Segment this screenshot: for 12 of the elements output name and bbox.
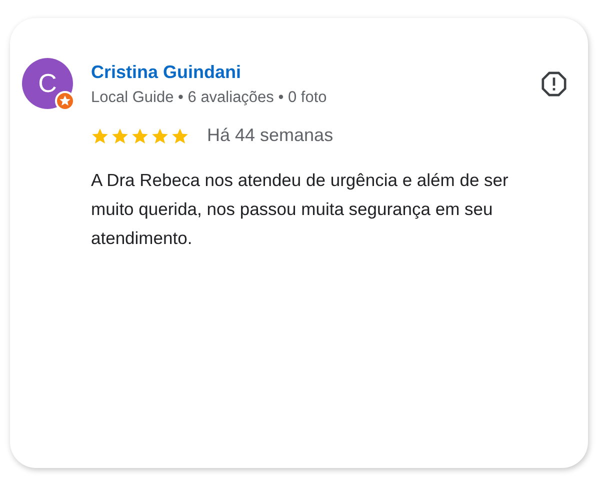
review-time: Há 44 semanas — [207, 125, 334, 146]
star-icon — [91, 126, 109, 144]
report-icon[interactable] — [540, 70, 568, 98]
star-icon — [111, 126, 129, 144]
star-icon — [131, 126, 149, 144]
star-icon — [151, 126, 169, 144]
review-text: A Dra Rebeca nos atendeu de urgência e além de ser muito querida, nos passou muita segurança em seu atendimento. — [91, 169, 510, 250]
author-name[interactable]: Cristina Guindani — [91, 62, 522, 83]
author-meta: Local Guide • 6 avaliações • 0 foto — [91, 89, 328, 107]
star-badge-icon — [55, 91, 75, 111]
avatar: C — [22, 58, 73, 109]
star-icon — [171, 126, 189, 144]
